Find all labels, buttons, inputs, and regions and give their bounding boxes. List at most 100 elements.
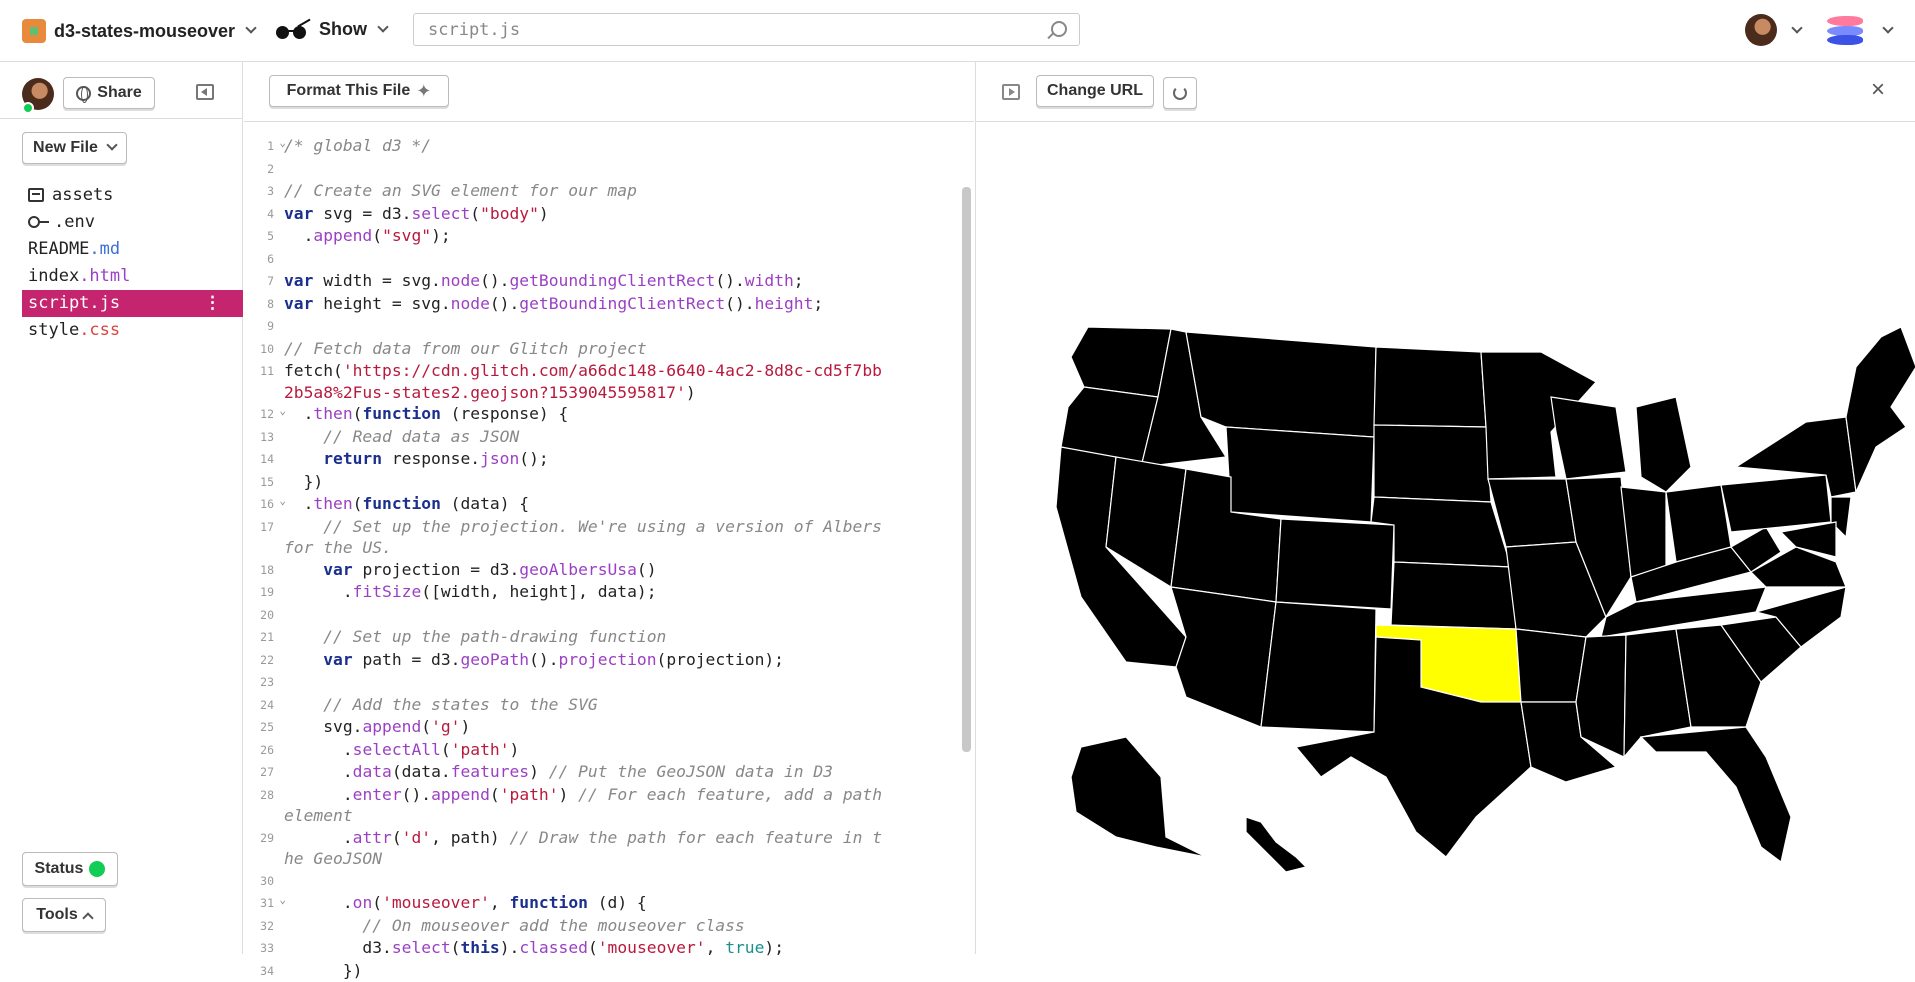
chevron-down-icon[interactable]	[1882, 22, 1893, 33]
code-line[interactable]: 17 // Set up the projection. We're using…	[244, 516, 962, 559]
line-number: 19	[244, 581, 284, 604]
code-line[interactable]: 10// Fetch data from our Glitch project	[244, 338, 962, 361]
share-button[interactable]: Share	[63, 77, 155, 109]
code-area[interactable]: 1/* global d3 */2 3// Create an SVG elem…	[244, 135, 962, 982]
file-search-input[interactable]: script.js	[413, 13, 1080, 46]
code-text: .data(data.features) // Put the GeoJSON …	[284, 761, 884, 784]
code-line[interactable]: 14 return response.json();	[244, 448, 962, 471]
code-line[interactable]: 1/* global d3 */	[244, 135, 962, 158]
state-north-dakota[interactable]	[1374, 347, 1486, 427]
code-line[interactable]: 34 })	[244, 960, 962, 982]
state-alaska[interactable]	[1071, 737, 1206, 857]
code-text: var svg = d3.select("body")	[284, 203, 884, 226]
show-menu[interactable]: Show	[275, 19, 387, 40]
code-line[interactable]: 23	[244, 671, 962, 694]
code-line[interactable]: 11fetch('https://cdn.glitch.com/a66dc148…	[244, 360, 962, 403]
editor-scrollbar[interactable]	[962, 187, 971, 752]
state-washington[interactable]	[1071, 327, 1171, 397]
new-file-button[interactable]: New File	[22, 132, 127, 164]
glitch-fish-logo-icon[interactable]	[1825, 14, 1869, 46]
code-text	[284, 870, 884, 893]
code-text	[284, 248, 884, 271]
preview-pane: Change URL ×	[975, 62, 1915, 954]
code-text	[284, 158, 884, 181]
project-name: d3-states-mouseover	[54, 21, 235, 42]
code-line[interactable]: 3// Create an SVG element for our map	[244, 180, 962, 203]
code-line[interactable]: 22 var path = d3.geoPath().projection(pr…	[244, 649, 962, 672]
state-montana[interactable]	[1186, 332, 1376, 437]
state-pennsylvania[interactable]	[1721, 475, 1831, 532]
code-line[interactable]: 13 // Read data as JSON	[244, 426, 962, 449]
code-line[interactable]: 8var height = svg.node().getBoundingClie…	[244, 293, 962, 316]
state-hawaii[interactable]	[1246, 817, 1306, 872]
code-line[interactable]: 6	[244, 248, 962, 271]
file-item-script-js[interactable]: script.js⋮	[22, 290, 243, 317]
file-item-env[interactable]: .env	[22, 209, 243, 236]
code-line[interactable]: 30	[244, 870, 962, 893]
code-line[interactable]: 12 .then(function (response) {	[244, 403, 962, 426]
more-options-icon[interactable]: ⋮	[204, 290, 221, 317]
code-line[interactable]: 4var svg = d3.select("body")	[244, 203, 962, 226]
code-line[interactable]: 16 .then(function (data) {	[244, 493, 962, 516]
code-line[interactable]: 15 })	[244, 471, 962, 494]
state-florida[interactable]	[1641, 727, 1791, 862]
state-michigan[interactable]	[1636, 397, 1691, 492]
format-file-button[interactable]: Format This File ✦	[269, 75, 449, 107]
tools-button[interactable]: Tools	[22, 898, 106, 932]
state-wisconsin[interactable]	[1551, 397, 1626, 479]
code-text: var path = d3.geoPath().projection(proje…	[284, 649, 884, 672]
open-preview-icon[interactable]	[1002, 84, 1020, 100]
code-line[interactable]: 24 // Add the states to the SVG	[244, 694, 962, 717]
show-label: Show	[319, 19, 367, 40]
state-new-england[interactable]	[1846, 327, 1915, 492]
status-button[interactable]: Status	[22, 852, 118, 886]
code-line[interactable]: 21 // Set up the path-drawing function	[244, 626, 962, 649]
code-line[interactable]: 2	[244, 158, 962, 181]
file-name: style	[28, 320, 79, 340]
code-line[interactable]: 5 .append("svg");	[244, 225, 962, 248]
code-text: // Read data as JSON	[284, 426, 884, 449]
code-line[interactable]: 33 d3.select(this).classed('mouseover', …	[244, 937, 962, 960]
refresh-icon	[1173, 86, 1187, 100]
code-line[interactable]: 20	[244, 604, 962, 627]
code-line[interactable]: 7var width = svg.node().getBoundingClien…	[244, 270, 962, 293]
code-line[interactable]: 9	[244, 315, 962, 338]
code-line[interactable]: 32 // On mouseover add the mouseover cla…	[244, 915, 962, 938]
code-line[interactable]: 27 .data(data.features) // Put the GeoJS…	[244, 761, 962, 784]
state-arizona[interactable]	[1171, 587, 1276, 727]
state-kansas[interactable]	[1391, 562, 1516, 629]
file-name: index	[28, 266, 79, 286]
preview-toolbar: Change URL ×	[976, 62, 1915, 122]
search-placeholder: script.js	[428, 20, 520, 40]
change-url-button[interactable]: Change URL	[1036, 75, 1154, 107]
code-editor: Format This File ✦ 1/* global d3 */2 3//…	[244, 62, 974, 954]
collapse-sidebar-icon[interactable]	[196, 84, 214, 100]
line-number: 23	[244, 671, 284, 694]
file-item-style-css[interactable]: style.css	[22, 317, 243, 344]
state-south-dakota[interactable]	[1374, 425, 1491, 502]
code-line[interactable]: 25 svg.append('g')	[244, 716, 962, 739]
code-line[interactable]: 18 var projection = d3.geoAlbersUsa()	[244, 559, 962, 582]
user-avatar[interactable]	[1745, 14, 1777, 46]
state-wyoming[interactable]	[1226, 427, 1374, 522]
file-item-assets[interactable]: assets	[22, 182, 243, 209]
code-line[interactable]: 31 .on('mouseover', function (d) {	[244, 892, 962, 915]
file-item-readme[interactable]: README.md	[22, 236, 243, 263]
code-line[interactable]: 28 .enter().append('path') // For each f…	[244, 784, 962, 827]
code-text: .attr('d', path) // Draw the path for ea…	[284, 827, 884, 870]
project-menu[interactable]: d3-states-mouseover	[22, 19, 255, 43]
state-new-mexico[interactable]	[1261, 602, 1376, 732]
code-line[interactable]: 29 .attr('d', path) // Draw the path for…	[244, 827, 962, 870]
chevron-down-icon[interactable]	[1791, 22, 1802, 33]
us-states-map	[976, 257, 1915, 877]
code-line[interactable]: 19 .fitSize([width, height], data);	[244, 581, 962, 604]
state-colorado[interactable]	[1276, 519, 1394, 609]
code-text: })	[284, 960, 884, 982]
file-item-index-html[interactable]: index.html	[22, 263, 243, 290]
state-mississippi[interactable]	[1576, 635, 1626, 757]
refresh-button[interactable]	[1163, 77, 1197, 109]
state-arkansas[interactable]	[1516, 629, 1586, 702]
code-line[interactable]: 26 .selectAll('path')	[244, 739, 962, 762]
close-icon[interactable]: ×	[1871, 76, 1885, 104]
code-text: .then(function (response) {	[284, 403, 884, 426]
